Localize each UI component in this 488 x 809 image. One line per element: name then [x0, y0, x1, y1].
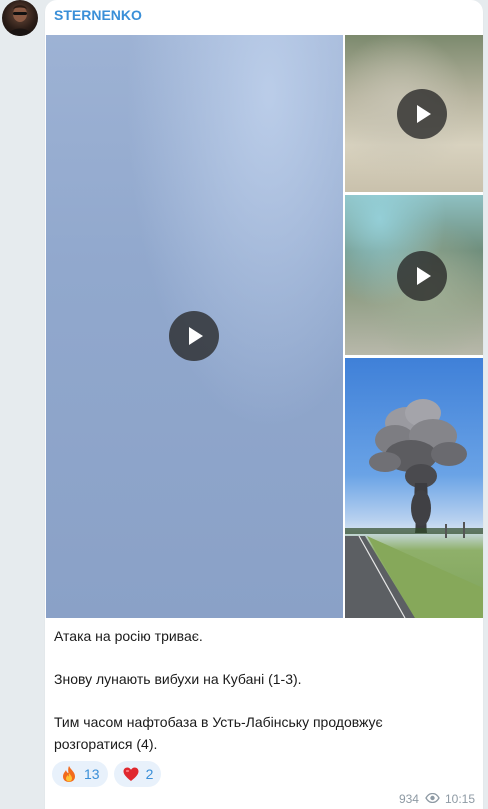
fire-icon: [60, 765, 78, 783]
smoke-photo-image: [345, 399, 483, 618]
message-bubble: STERNENKO Атака на росію триває. Знову л…: [45, 0, 483, 809]
message-meta: 934 10:15: [399, 792, 475, 806]
caption-line: Тим часом нафтобаза в Усть-Лабінську про…: [54, 714, 383, 730]
reaction-count: 13: [84, 766, 100, 782]
play-icon[interactable]: [397, 89, 447, 139]
channel-avatar[interactable]: [2, 0, 38, 36]
media-album: [46, 35, 483, 618]
caption-line: Знову лунають вибухи на Кубані (1-3).: [54, 671, 302, 687]
reaction-fire-button[interactable]: 13: [52, 761, 108, 787]
video-tile-3[interactable]: [345, 195, 483, 355]
caption-line: розгоратися (4).: [54, 735, 158, 752]
message-text: Атака на росію триває. Знову лунають виб…: [54, 626, 464, 755]
view-count: 934: [398, 792, 419, 806]
red-heart-icon: [122, 765, 140, 783]
video-tile-1[interactable]: [46, 35, 343, 618]
reactions-bar: 13 2: [52, 761, 162, 787]
eye-icon: [425, 792, 440, 806]
reaction-count: 2: [145, 766, 154, 782]
play-icon[interactable]: [169, 311, 219, 361]
message-time: 10:15: [444, 792, 475, 806]
channel-name[interactable]: STERNENKO: [54, 7, 142, 23]
caption-line: Атака на росію триває.: [54, 628, 203, 644]
video-tile-2[interactable]: [345, 35, 483, 192]
photo-tile-smoke[interactable]: [345, 358, 483, 618]
play-icon[interactable]: [397, 251, 447, 301]
reaction-heart-button[interactable]: 2: [113, 761, 162, 787]
